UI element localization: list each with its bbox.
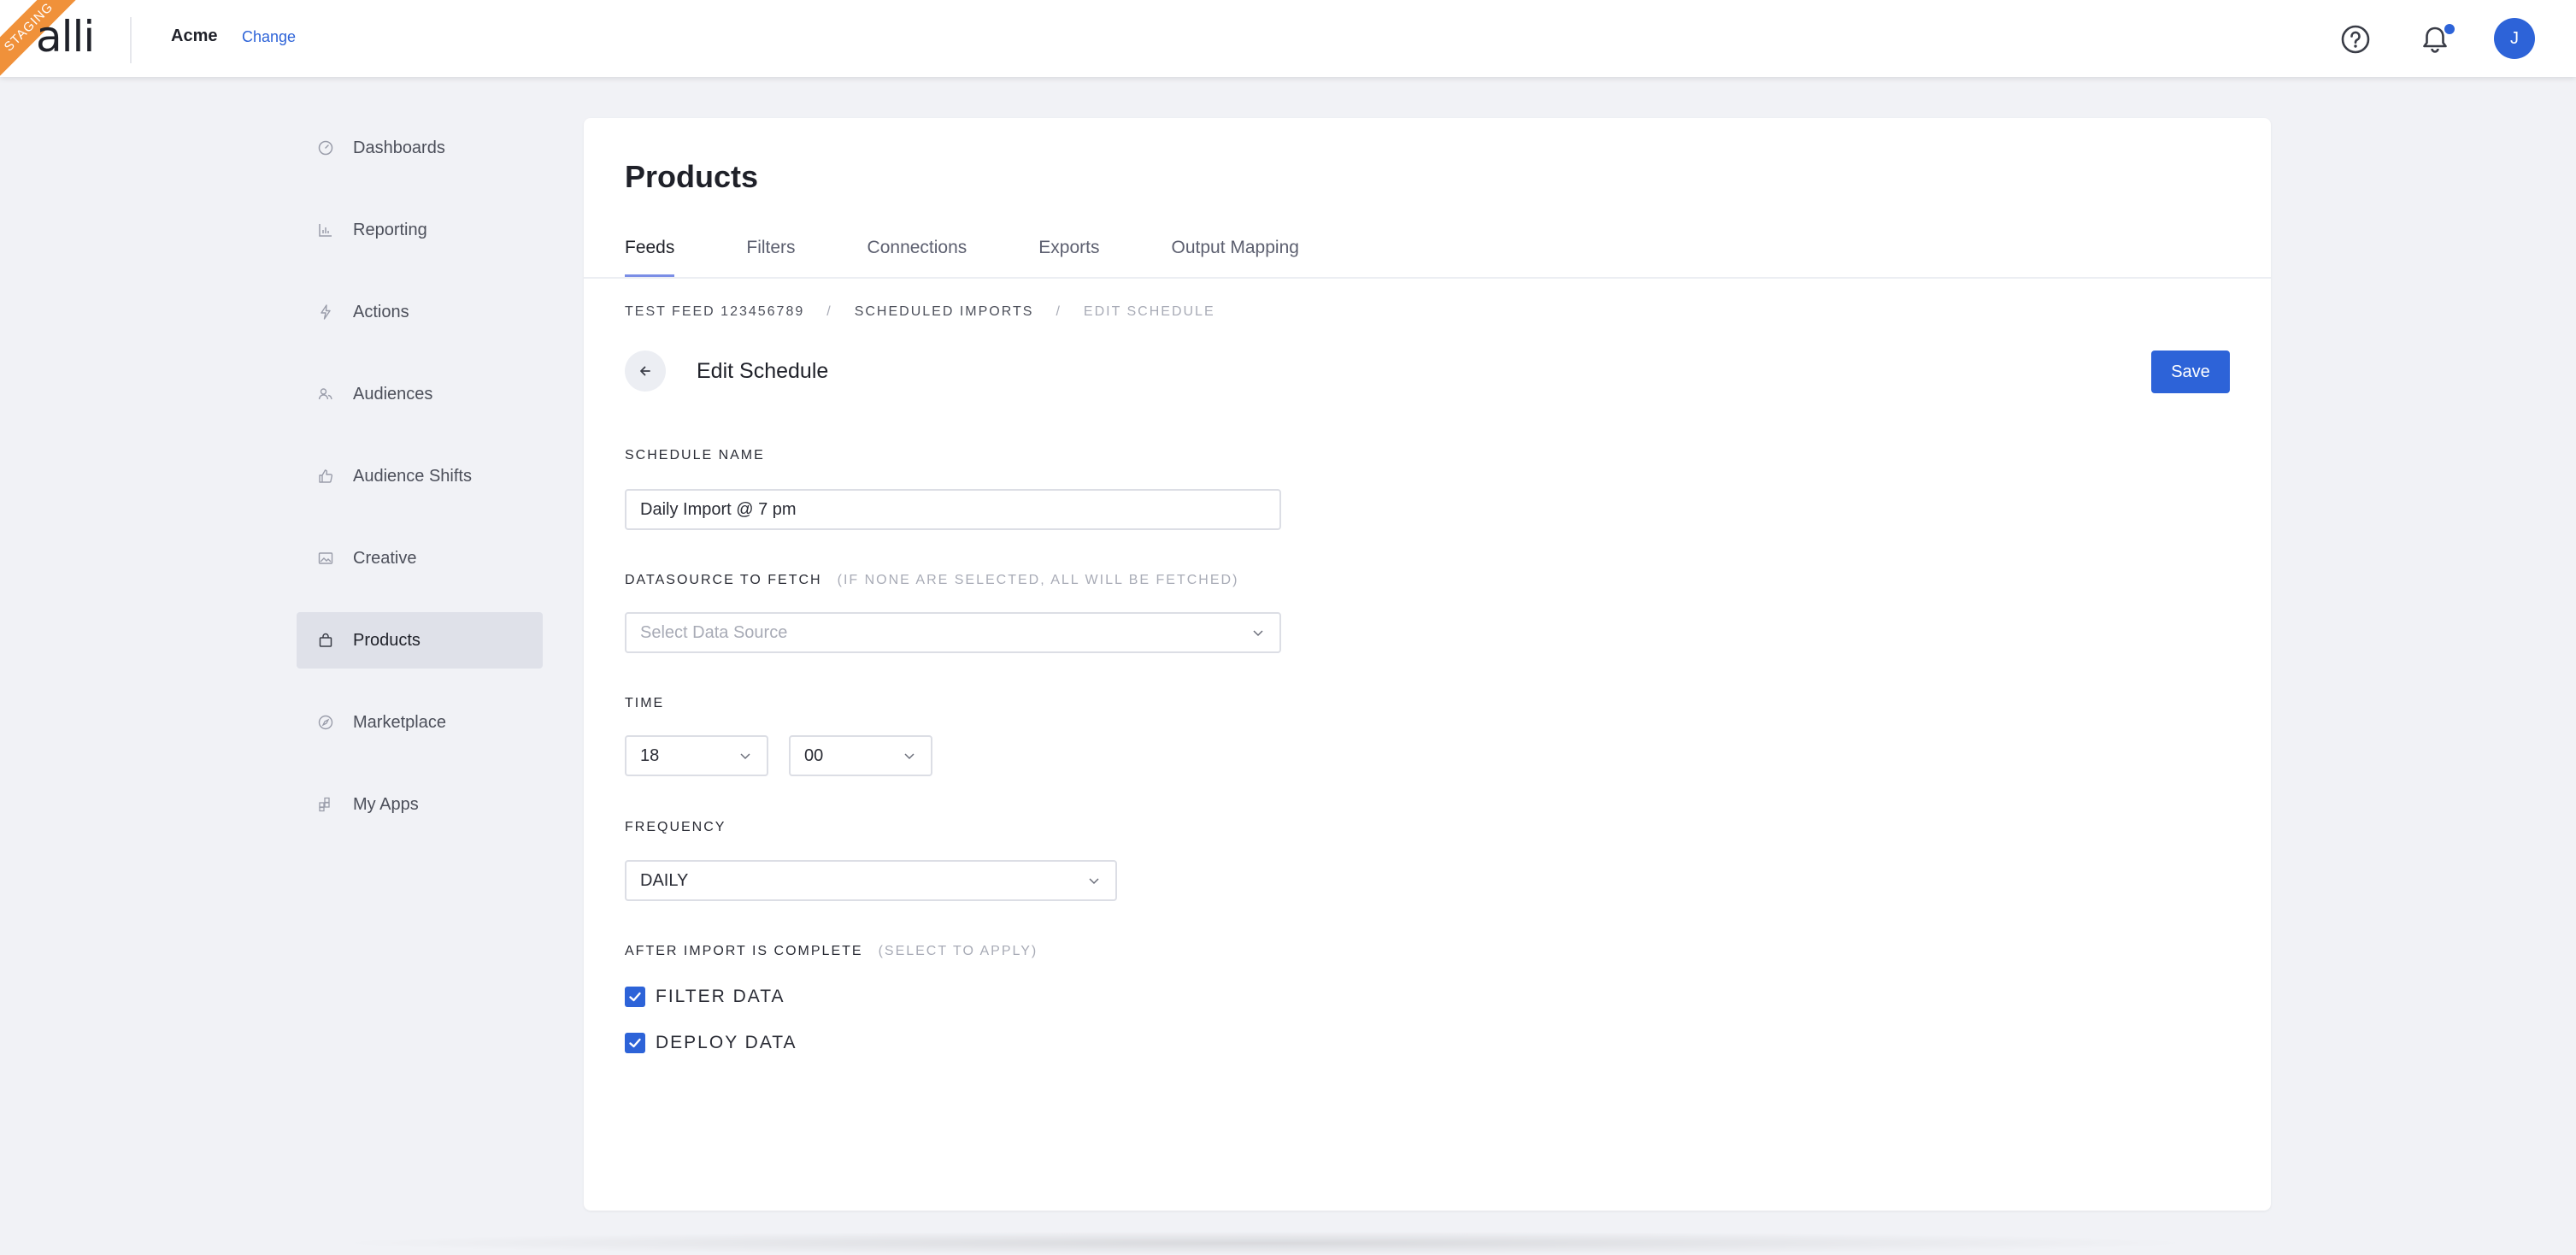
sidebar-item-audiences[interactable]: Audiences xyxy=(297,366,543,422)
thumb-icon xyxy=(319,469,333,483)
time-label-text: TIME xyxy=(625,696,665,710)
sidebar-item-creative[interactable]: Creative xyxy=(297,530,543,586)
help-icon[interactable] xyxy=(2337,21,2374,58)
tab-output-mapping[interactable]: Output Mapping xyxy=(1172,238,1299,277)
sidebar-item-label: Audiences xyxy=(353,384,433,404)
schedule-name-label: SCHEDULE NAME xyxy=(625,448,765,463)
sidebar: Dashboards Reporting Actions Audiences A… xyxy=(297,120,543,858)
chevron-down-icon xyxy=(904,753,915,760)
after-import-label-text: AFTER IMPORT IS COMPLETE xyxy=(625,944,863,958)
back-button[interactable] xyxy=(625,351,666,392)
breadcrumb-scheduled-imports[interactable]: SCHEDULED IMPORTS xyxy=(855,304,1034,320)
alli-logo[interactable]: alli xyxy=(36,12,95,62)
datasource-label: DATASOURCE TO FETCH (IF NONE ARE SELECTED… xyxy=(625,573,1238,588)
frequency-label: FREQUENCY xyxy=(625,820,726,835)
tab-filters[interactable]: Filters xyxy=(746,238,795,277)
image-icon xyxy=(318,552,333,564)
page-title: Products xyxy=(625,159,759,194)
deploy-data-label: DEPLOY DATA xyxy=(656,1033,797,1052)
tab-exports[interactable]: Exports xyxy=(1038,238,1099,277)
compass-icon xyxy=(318,715,333,730)
breadcrumb-separator: / xyxy=(826,304,832,319)
user-avatar[interactable]: J xyxy=(2494,18,2535,59)
sidebar-item-label: Dashboards xyxy=(353,138,445,157)
datasource-hint: (IF NONE ARE SELECTED, ALL WILL BE FETCH… xyxy=(837,573,1239,587)
deploy-data-option[interactable]: DEPLOY DATA xyxy=(625,1033,797,1053)
bar-chart-icon xyxy=(319,224,332,237)
sidebar-item-reporting[interactable]: Reporting xyxy=(297,202,543,258)
org-name: Acme xyxy=(171,27,218,45)
sidebar-item-label: My Apps xyxy=(353,794,419,814)
hour-select[interactable]: 18 xyxy=(625,735,768,776)
sidebar-item-label: Products xyxy=(353,630,421,650)
topbar-divider xyxy=(130,17,132,63)
people-icon xyxy=(318,388,332,400)
chevron-down-icon xyxy=(740,753,750,760)
tab-feeds[interactable]: Feeds xyxy=(625,238,675,277)
sidebar-item-my-apps[interactable]: My Apps xyxy=(297,776,543,833)
tab-connections[interactable]: Connections xyxy=(867,238,967,277)
filter-data-option[interactable]: FILTER DATA xyxy=(625,987,785,1007)
sidebar-item-audience-shifts[interactable]: Audience Shifts xyxy=(297,448,543,504)
checkmark-icon xyxy=(629,992,641,1002)
sidebar-item-marketplace[interactable]: Marketplace xyxy=(297,694,543,751)
sidebar-item-dashboards[interactable]: Dashboards xyxy=(297,120,543,176)
lightning-icon xyxy=(321,304,331,320)
apps-icon xyxy=(319,797,330,812)
sidebar-item-label: Creative xyxy=(353,548,417,568)
datasource-placeholder: Select Data Source xyxy=(640,622,788,642)
notification-dot xyxy=(2443,22,2456,36)
bag-icon xyxy=(319,633,332,647)
sidebar-item-label: Marketplace xyxy=(353,712,446,732)
edit-schedule-title: Edit Schedule xyxy=(697,359,829,383)
sidebar-item-actions[interactable]: Actions xyxy=(297,284,543,340)
breadcrumb: TEST FEED 123456789 / SCHEDULED IMPORTS … xyxy=(625,304,1215,320)
tab-bar: Feeds Filters Connections Exports Output… xyxy=(625,238,1371,277)
time-label: TIME xyxy=(625,696,664,711)
filter-data-checkbox[interactable] xyxy=(625,987,645,1007)
deploy-data-checkbox[interactable] xyxy=(625,1033,645,1053)
after-import-hint: (SELECT TO APPLY) xyxy=(878,944,1038,958)
frequency-select[interactable]: DAILY xyxy=(625,860,1117,901)
bottom-shadow xyxy=(325,1231,2205,1255)
chevron-down-icon xyxy=(1089,878,1099,885)
save-button[interactable]: Save xyxy=(2151,351,2230,393)
datasource-label-text: DATASOURCE TO FETCH xyxy=(625,573,822,587)
sidebar-item-label: Audience Shifts xyxy=(353,466,472,486)
breadcrumb-separator: / xyxy=(1056,304,1062,319)
checkmark-icon xyxy=(629,1038,641,1048)
frequency-label-text: FREQUENCY xyxy=(625,820,726,834)
after-import-label: AFTER IMPORT IS COMPLETE (SELECT TO APPLY… xyxy=(625,944,1038,959)
breadcrumb-current: EDIT SCHEDULE xyxy=(1083,304,1215,319)
sidebar-item-label: Actions xyxy=(353,302,409,321)
sidebar-item-products[interactable]: Products xyxy=(297,612,543,669)
minute-select[interactable]: 00 xyxy=(789,735,932,776)
sidebar-item-label: Reporting xyxy=(353,220,427,239)
gauge-icon xyxy=(318,140,333,156)
datasource-select[interactable]: Select Data Source xyxy=(625,612,1281,653)
chevron-down-icon xyxy=(1253,630,1263,637)
frequency-value: DAILY xyxy=(640,870,689,890)
schedule-name-label-text: SCHEDULE NAME xyxy=(625,448,765,463)
schedule-name-input[interactable] xyxy=(625,489,1281,530)
top-bar: STAGING alli Acme Change J xyxy=(0,0,2576,77)
main-card: Products Feeds Filters Connections Expor… xyxy=(584,118,2271,1211)
tabs-divider xyxy=(584,277,2271,279)
hour-value: 18 xyxy=(640,745,660,765)
change-org-link[interactable]: Change xyxy=(242,28,296,46)
filter-data-label: FILTER DATA xyxy=(656,987,785,1006)
arrow-left-icon xyxy=(640,366,650,376)
minute-value: 00 xyxy=(804,745,824,765)
breadcrumb-feed[interactable]: TEST FEED 123456789 xyxy=(625,304,804,320)
